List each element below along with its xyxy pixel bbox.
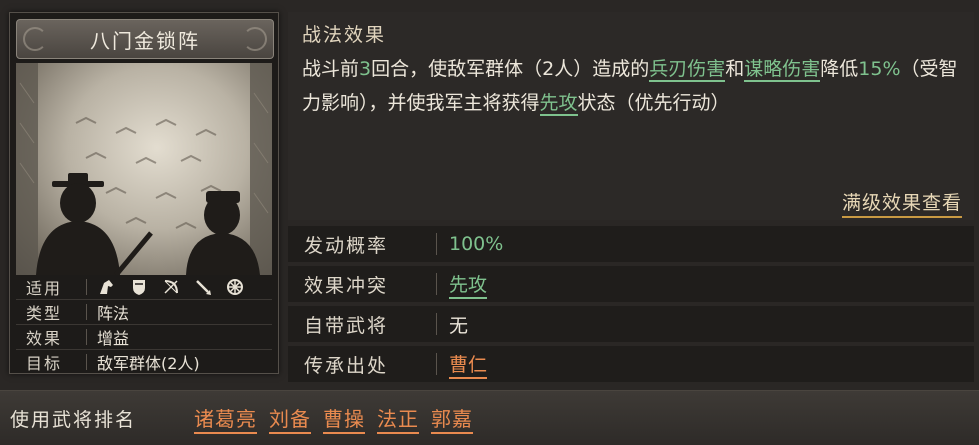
effect-text-part: 回合，使敌军群体（2人）造成的 [371,58,650,80]
info-value: 敌军群体(2人) [97,354,200,373]
info-key: 类型 [26,304,63,323]
info-row-effect: 效果 增益 [16,325,272,350]
info-row-applicable: 适用 [16,275,272,300]
ranking-label: 使用武将排名 [10,408,137,431]
stat-key: 发动概率 [304,234,389,257]
keyword-first-strike[interactable]: 先攻 [539,92,578,116]
effect-heading: 战法效果 [302,24,387,46]
effect-text-part: 和 [725,58,745,80]
divider [86,329,87,345]
artwork-illustration [16,63,272,275]
card-info-table: 适用 类型 阵法 效果 增益 目标 敌军群体(2人) [16,275,272,374]
tactic-card: 八门金锁阵 适用 类型 阵法 效果 增益 目标 敌军群体(2人) [9,12,279,374]
general-link[interactable]: 法正 [377,403,419,434]
tactic-name: 八门金锁阵 [90,28,200,53]
effect-number: 15% [858,58,901,80]
shield-icon [129,277,149,297]
stat-row-native-general: 自带武将 无 [288,306,974,342]
stat-key: 自带武将 [304,314,389,337]
bow-icon [161,277,181,297]
tactic-artwork [16,63,272,275]
info-value: 阵法 [97,304,130,323]
effect-text-part: 状态（优先行动） [577,92,730,114]
spear-icon [193,277,213,297]
stat-row-inherit-source: 传承出处 曹仁 [288,346,974,382]
info-value: 增益 [97,329,130,348]
info-row-type: 类型 阵法 [16,300,272,325]
unit-type-icons [97,277,245,297]
general-link[interactable]: 郭嘉 [431,403,473,434]
divider [436,273,437,295]
info-key: 适用 [26,279,63,298]
keyword-weapon-damage[interactable]: 兵刃伤害 [649,58,726,82]
divider [436,313,437,335]
card-title-bar: 八门金锁阵 [16,19,274,59]
general-link[interactable]: 诸葛亮 [194,403,257,434]
stat-row-effect-conflict: 效果冲突 先攻 [288,266,974,302]
full-level-effect-link[interactable]: 满级效果查看 [841,188,962,218]
stat-key: 传承出处 [304,354,389,377]
stat-value: 100% [449,233,504,255]
info-key: 效果 [26,329,63,348]
keyword-strategy-damage[interactable]: 谋略伤害 [744,58,821,82]
divider [86,354,87,370]
divider [86,304,87,320]
stat-value: 无 [449,314,469,337]
effect-text-part: 战斗前 [302,58,360,80]
general-ranking-bar: 使用武将排名 诸葛亮 刘备 曹操 法正 郭嘉 [0,390,979,445]
general-link[interactable]: 曹操 [323,403,365,434]
divider [436,353,437,375]
stat-row-activation-rate: 发动概率 100% [288,226,974,262]
info-row-target: 目标 敌军群体(2人) [16,350,272,374]
stat-value-link[interactable]: 先攻 [449,270,488,299]
effect-panel: 战法效果 战斗前3回合，使敌军群体（2人）造成的兵刃伤害和谋略伤害降低15%（受… [288,12,974,220]
info-key: 目标 [26,354,63,373]
effect-description: 战斗前3回合，使敌军群体（2人）造成的兵刃伤害和谋略伤害降低15%（受智力影响）… [302,52,962,120]
general-link-inherit-source[interactable]: 曹仁 [449,350,488,379]
siege-wheel-icon [225,277,245,297]
stat-key: 效果冲突 [304,274,389,297]
effect-text-part: 降低 [820,58,859,80]
divider [86,279,87,295]
divider [436,233,437,255]
general-link[interactable]: 刘备 [269,403,311,434]
effect-number: 3 [359,58,372,80]
cavalry-icon [97,277,117,297]
general-ranking-list: 诸葛亮 刘备 曹操 法正 郭嘉 [194,403,473,434]
